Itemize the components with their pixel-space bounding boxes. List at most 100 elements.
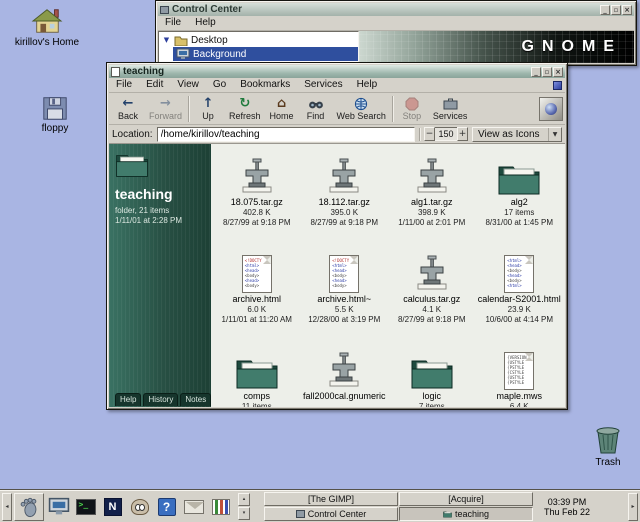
gimp-launcher[interactable]: [127, 494, 152, 520]
folder-icon: [115, 150, 206, 183]
settings-tree: ▼ Desktop Background: [158, 31, 359, 63]
services-button[interactable]: Services: [429, 94, 472, 124]
location-input[interactable]: [157, 127, 415, 142]
desktop-icon-home[interactable]: kirillov's Home: [6, 6, 88, 48]
tab-help[interactable]: Help: [115, 393, 141, 406]
control-center-menubar: File Help: [158, 16, 634, 31]
maximize-button[interactable]: ▫: [542, 67, 552, 77]
file-item[interactable]: <!DOCTY <html> <head> <body> <head> <bod…: [301, 247, 389, 344]
terminal-launcher[interactable]: >_: [73, 494, 98, 520]
menu-go[interactable]: Go: [206, 78, 233, 92]
file-item[interactable]: 18.075.tar.gz 402.8 K 8/27/99 at 9:18 PM: [213, 150, 301, 247]
forward-icon: →: [160, 96, 171, 111]
home-button[interactable]: ⌂ Home: [265, 94, 299, 124]
minimize-button[interactable]: _: [531, 67, 541, 77]
zoom-in-button[interactable]: +: [457, 127, 468, 141]
nautilus-titlebar[interactable]: teaching _ ▫ ×: [109, 65, 565, 78]
refresh-button[interactable]: ↻ Refresh: [225, 94, 265, 124]
task-button-control-center[interactable]: Control Center: [264, 507, 398, 521]
main-menu-button[interactable]: [14, 493, 44, 521]
maple-document-icon: {VERSION {USTYLE {PSTYLE {CSTYLE {USTYLE…: [504, 346, 534, 390]
panel-hide-left-button[interactable]: ◂: [2, 493, 12, 521]
task-button-gimp[interactable]: [The GIMP]: [264, 492, 398, 506]
desktop-icon-floppy[interactable]: floppy: [22, 94, 88, 134]
up-button[interactable]: ↑ Up: [191, 94, 225, 124]
folder-icon: [410, 346, 454, 390]
file-item[interactable]: <!DOCTY <html> <head> <body> <head> <bod…: [213, 247, 301, 344]
menu-help[interactable]: Help: [188, 16, 223, 30]
file-item[interactable]: calculus.tar.gz 4.1 K 8/27/99 at 9:18 PM: [388, 247, 476, 344]
web-search-button[interactable]: Web Search: [333, 94, 390, 124]
tasklist-scroller: ▴ ▾: [238, 493, 250, 520]
file-item[interactable]: 18.112.tar.gz 395.0 K 8/27/99 at 9:18 PM: [301, 150, 389, 247]
file-date: 8/27/99 at 9:18 PM: [310, 218, 378, 227]
file-size: 398.9 K: [418, 208, 446, 217]
toolbar-separator: [392, 96, 393, 122]
zoom-level: 150: [435, 127, 457, 141]
clock-time: 03:39 PM: [538, 497, 596, 507]
desktop-icon-label: floppy: [22, 123, 88, 134]
zoom-out-button[interactable]: −: [424, 127, 435, 141]
file-item[interactable]: <html> <head> <body> <head> <body> <html…: [476, 247, 564, 344]
html-document-icon: <!DOCTY <html> <head> <body> <head> <bod…: [242, 249, 272, 293]
scroll-up-button[interactable]: ▴: [238, 493, 250, 506]
gimp-icon: [131, 499, 149, 515]
close-button[interactable]: ×: [622, 5, 632, 15]
chevron-down-icon: ▼: [548, 128, 561, 141]
view-mode-dropdown[interactable]: View as Icons ▼: [472, 127, 562, 142]
file-item[interactable]: alg1.tar.gz 398.9 K 1/11/00 at 2:01 PM: [388, 150, 476, 247]
file-size: 6.4 K: [510, 402, 529, 407]
file-name: calendar-S2001.html: [478, 294, 561, 304]
file-item[interactable]: {VERSION {USTYLE {PSTYLE {CSTYLE {USTYLE…: [476, 344, 564, 407]
close-button[interactable]: ×: [553, 67, 563, 77]
tab-history[interactable]: History: [143, 393, 178, 406]
menu-file[interactable]: File: [158, 16, 188, 30]
file-name: comps: [243, 391, 270, 401]
home-icon: [6, 6, 88, 36]
view-mode-value: View as Icons: [478, 129, 540, 140]
file-item[interactable]: logic 7 items 1/11/01 at 2:28 PM: [388, 344, 476, 407]
file-size: 11 items: [242, 402, 272, 407]
file-item[interactable]: alg2 17 items 8/31/00 at 1:45 PM: [476, 150, 564, 247]
task-button-teaching[interactable]: teaching: [399, 507, 533, 521]
tab-notes[interactable]: Notes: [180, 393, 211, 406]
chart-launcher[interactable]: [208, 494, 233, 520]
file-size: 7 items: [419, 402, 445, 407]
menu-help[interactable]: Help: [350, 78, 385, 92]
menu-services[interactable]: Services: [297, 78, 349, 92]
file-size: 4.1 K: [422, 305, 441, 314]
maximize-button[interactable]: ▫: [611, 5, 621, 15]
mail-launcher[interactable]: [181, 494, 206, 520]
desktop-root: kirillov's Home floppy Trash Control Cen…: [0, 0, 640, 522]
find-button[interactable]: Find: [299, 94, 333, 124]
netscape-launcher[interactable]: N: [100, 494, 125, 520]
minimize-button[interactable]: _: [600, 5, 610, 15]
scroll-down-button[interactable]: ▾: [238, 507, 250, 520]
tree-item-desktop[interactable]: ▼ Desktop: [159, 33, 358, 47]
gnome-banner: GNOME: [359, 31, 634, 63]
file-item[interactable]: fall2000cal.gnumeric: [301, 344, 389, 407]
menu-edit[interactable]: Edit: [139, 78, 170, 92]
forward-button[interactable]: → Forward: [145, 94, 186, 124]
file-date: 12/28/00 at 3:19 PM: [308, 315, 380, 324]
help-launcher[interactable]: ?: [154, 494, 179, 520]
menu-file[interactable]: File: [109, 78, 139, 92]
clock-applet[interactable]: 03:39 PM Thu Feb 22: [538, 497, 596, 517]
tree-item-background[interactable]: Background: [173, 47, 358, 61]
stop-button[interactable]: Stop: [395, 94, 429, 124]
file-icon-view[interactable]: 18.075.tar.gz 402.8 K 8/27/99 at 9:18 PM…: [211, 144, 565, 407]
sidebar-item-count: folder, 21 items: [115, 206, 206, 216]
file-date: 8/27/99 at 9:18 PM: [398, 315, 466, 324]
menu-view[interactable]: View: [170, 78, 206, 92]
screensaver-launcher[interactable]: [46, 494, 71, 520]
file-item[interactable]: comps 11 items 1/11/01 at 2:28 PM: [213, 344, 301, 407]
control-center-titlebar[interactable]: Control Center _ ▫ ×: [158, 3, 634, 16]
desktop-icon-trash[interactable]: Trash: [580, 424, 636, 468]
zoom-control: − 150 +: [424, 127, 468, 141]
menu-bookmarks[interactable]: Bookmarks: [233, 78, 297, 92]
panel-hide-right-button[interactable]: ▸: [628, 493, 638, 521]
file-name: archive.html: [232, 294, 281, 304]
expander-icon[interactable]: ▼: [162, 36, 171, 44]
task-button-acquire[interactable]: [Acquire]: [399, 492, 533, 506]
back-button[interactable]: ← Back: [111, 94, 145, 124]
